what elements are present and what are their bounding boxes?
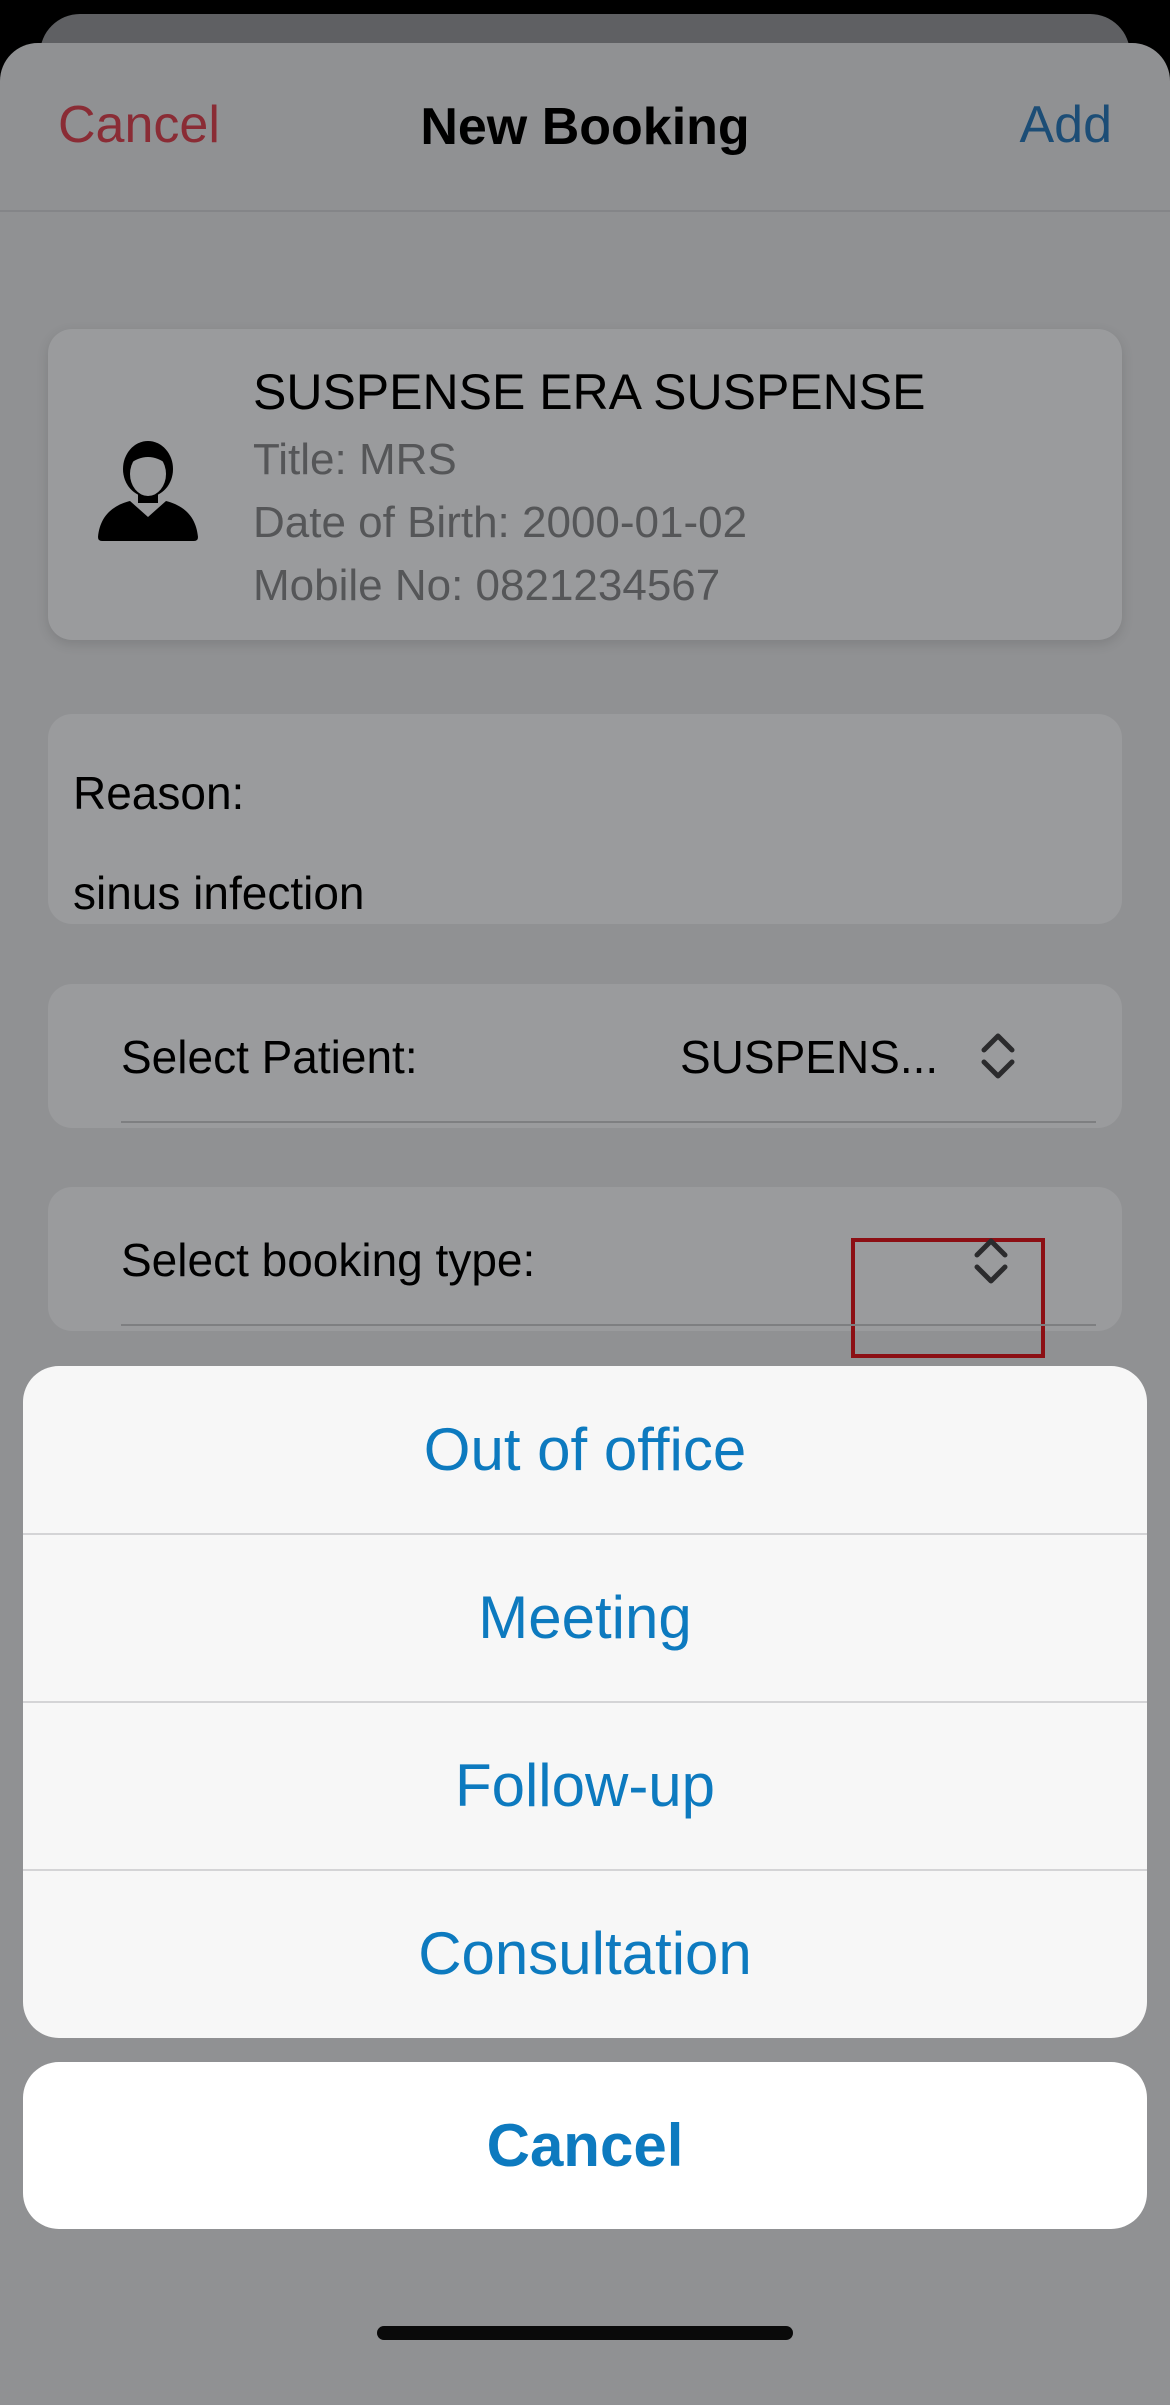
patient-mobile: Mobile No: 0821234567	[253, 561, 721, 610]
row-divider	[121, 1121, 1096, 1123]
select-booking-type-label: Select booking type:	[121, 1234, 536, 1286]
patient-card: SUSPENSE ERA SUSPENSE Title: MRS Date of…	[48, 329, 1122, 640]
booking-type-picker-highlight[interactable]	[851, 1238, 1045, 1358]
option-follow-up[interactable]: Follow-up	[23, 1702, 1147, 1870]
up-down-chevron-icon[interactable]	[971, 1233, 1011, 1289]
new-booking-screen: Cancel New Booking Add SUSPENSE ERA SUSP…	[0, 43, 1170, 2405]
select-booking-type-row[interactable]: Select booking type:	[48, 1187, 1122, 1358]
patient-name: SUSPENSE ERA SUSPENSE	[253, 364, 926, 420]
option-out-of-office[interactable]: Out of office	[23, 1366, 1147, 1534]
patient-date-of-birth: Date of Birth: 2000-01-02	[253, 498, 748, 547]
page-title: New Booking	[420, 98, 750, 156]
select-patient-row[interactable]: Select Patient: SUSPENS...	[48, 984, 1122, 1128]
nav-add-button[interactable]: Add	[1019, 95, 1112, 155]
reason-field[interactable]: Reason: sinus infection	[48, 714, 1122, 924]
reason-label: Reason:	[73, 767, 245, 819]
home-indicator[interactable]	[377, 2326, 793, 2340]
navigation-bar: Cancel New Booking Add	[0, 43, 1170, 212]
select-patient-label: Select Patient:	[121, 1031, 418, 1083]
booking-type-action-sheet: Out of office Meeting Follow-up Consulta…	[23, 1366, 1147, 2038]
option-consultation[interactable]: Consultation	[23, 1870, 1147, 2038]
reason-value: sinus infection	[73, 867, 365, 919]
patient-title: Title: MRS	[253, 435, 457, 484]
up-down-chevron-icon[interactable]	[978, 1028, 1018, 1084]
row-divider	[121, 1324, 1096, 1326]
option-meeting[interactable]: Meeting	[23, 1534, 1147, 1702]
person-avatar-icon	[98, 441, 198, 541]
action-sheet-cancel-button[interactable]: Cancel	[23, 2062, 1147, 2229]
select-patient-value: SUSPENS...	[680, 1031, 939, 1083]
